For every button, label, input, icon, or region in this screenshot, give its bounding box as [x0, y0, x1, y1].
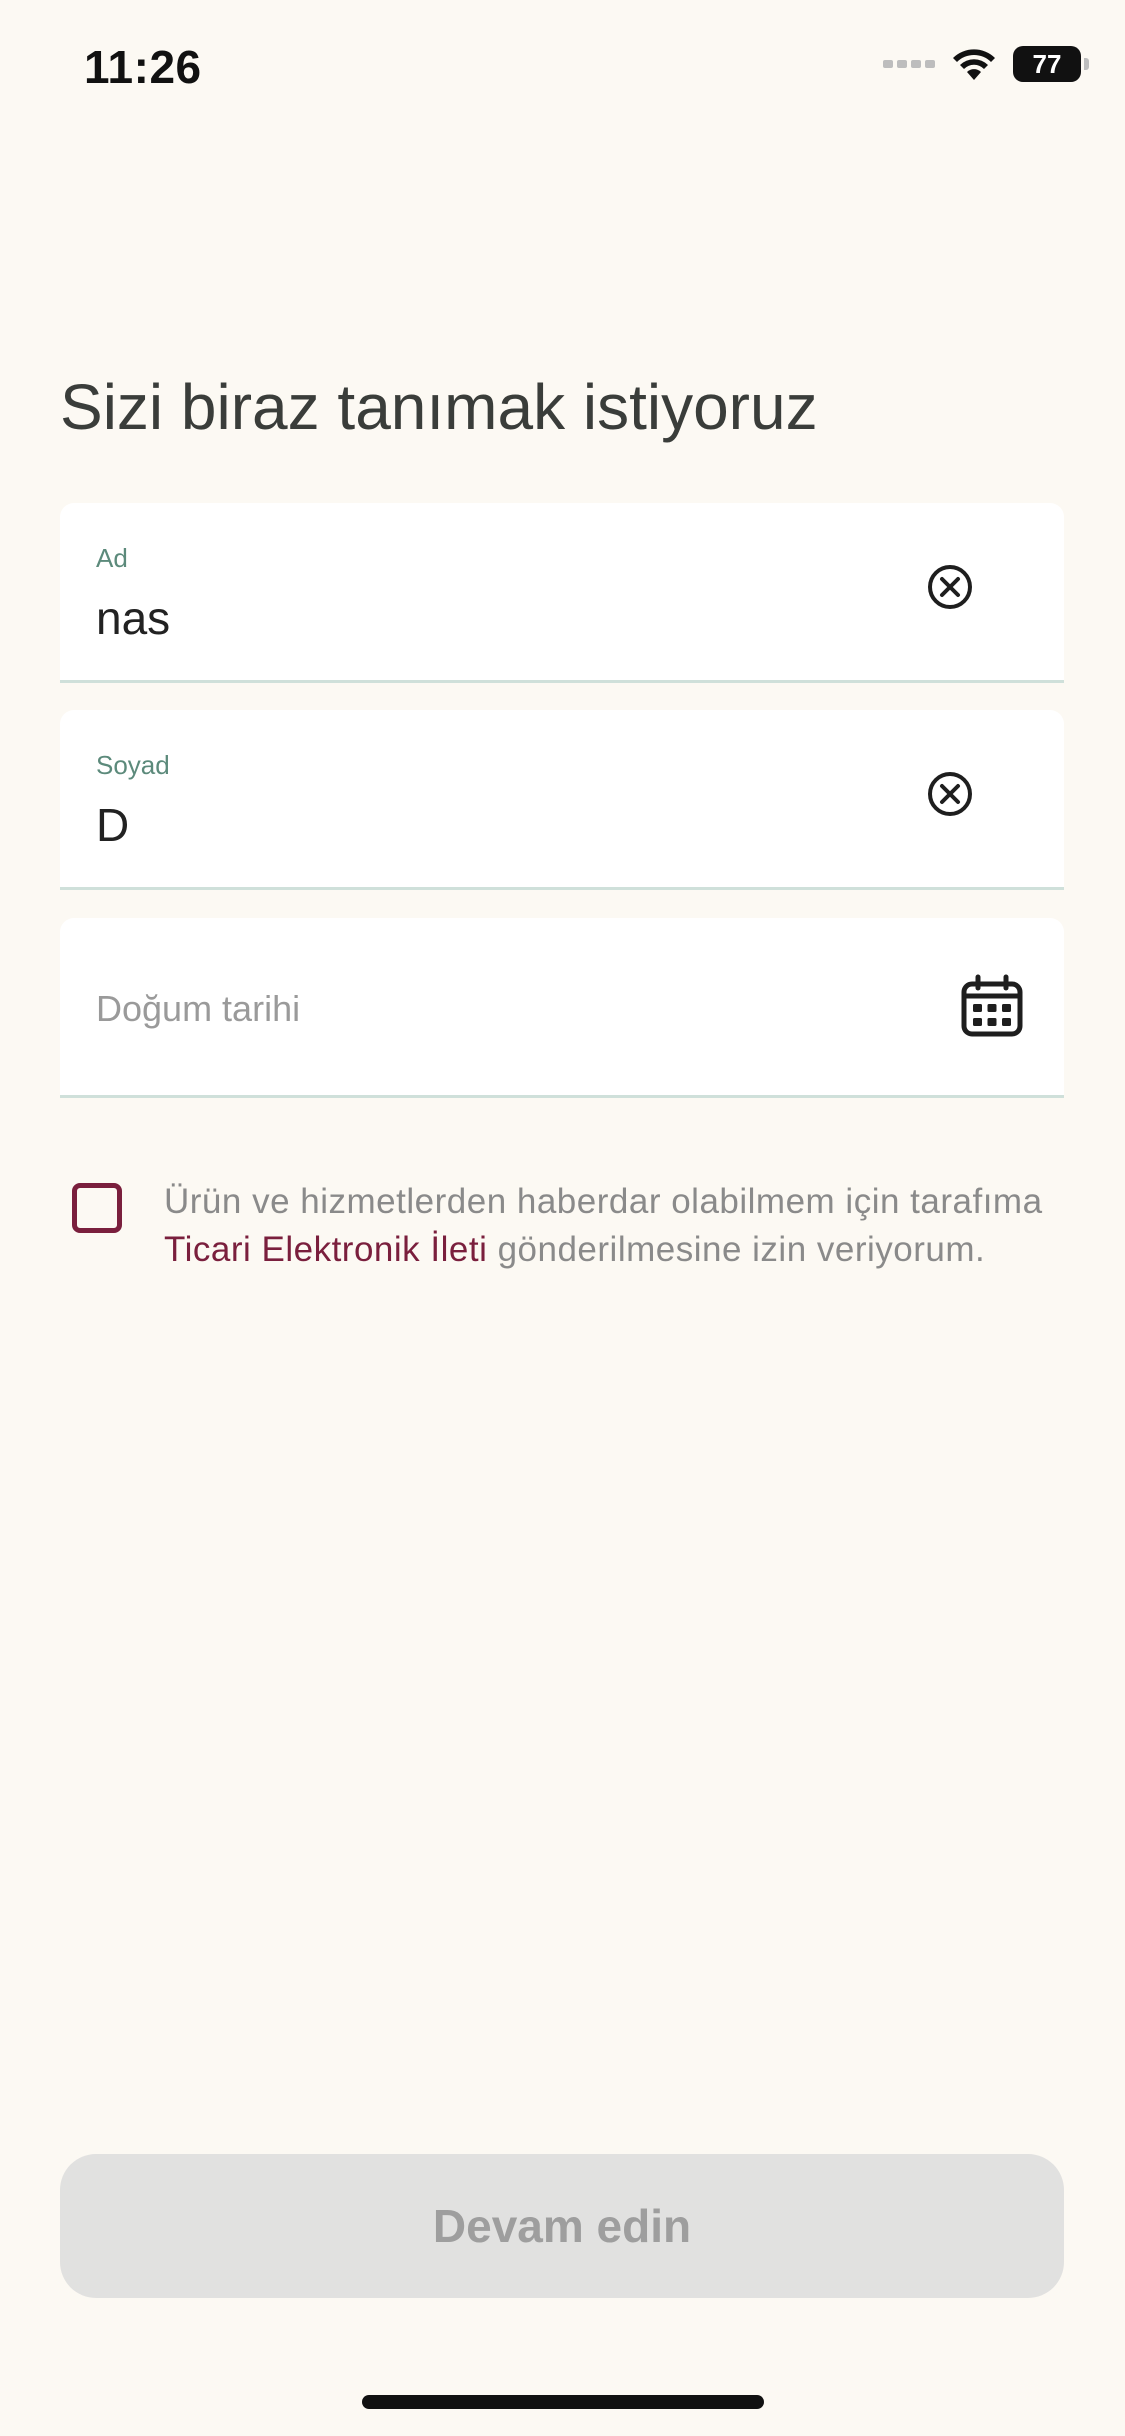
first-name-label: Ad	[96, 543, 128, 573]
first-name-input[interactable]: nas	[96, 591, 170, 645]
clear-circle-x-icon[interactable]	[926, 770, 974, 818]
last-name-field[interactable]: Soyad D	[60, 710, 1064, 890]
status-time: 11:26	[84, 41, 202, 93]
last-name-label: Soyad	[96, 750, 170, 780]
battery-icon: 77	[1013, 46, 1089, 82]
calendar-icon[interactable]	[960, 974, 1024, 1038]
cellular-signal-icon	[883, 60, 935, 68]
first-name-field[interactable]: Ad nas	[60, 503, 1064, 683]
page-title: Sizi biraz tanımak istiyoruz	[60, 371, 818, 443]
consent-checkbox[interactable]	[72, 1183, 122, 1233]
clear-circle-x-icon[interactable]	[926, 563, 974, 611]
consent-text: Ürün ve hizmetlerden haberdar olabilmem …	[164, 1178, 1064, 1274]
consent-text-after: gönderilmesine izin veriyorum.	[487, 1230, 986, 1269]
status-bar: 11:26 77	[0, 0, 1125, 140]
continue-button[interactable]: Devam edin	[60, 2154, 1064, 2298]
wifi-icon	[953, 49, 995, 80]
home-indicator	[362, 2395, 764, 2409]
consent-text-before: Ürün ve hizmetlerden haberdar olabilmem …	[164, 1182, 1043, 1221]
last-name-input[interactable]: D	[96, 798, 129, 852]
birth-date-field[interactable]: Doğum tarihi	[60, 918, 1064, 1098]
battery-level: 77	[1032, 48, 1062, 79]
status-icons: 77	[883, 46, 1089, 82]
commercial-message-link[interactable]: Ticari Elektronik İleti	[164, 1230, 487, 1269]
birth-date-placeholder: Doğum tarihi	[96, 988, 301, 1029]
